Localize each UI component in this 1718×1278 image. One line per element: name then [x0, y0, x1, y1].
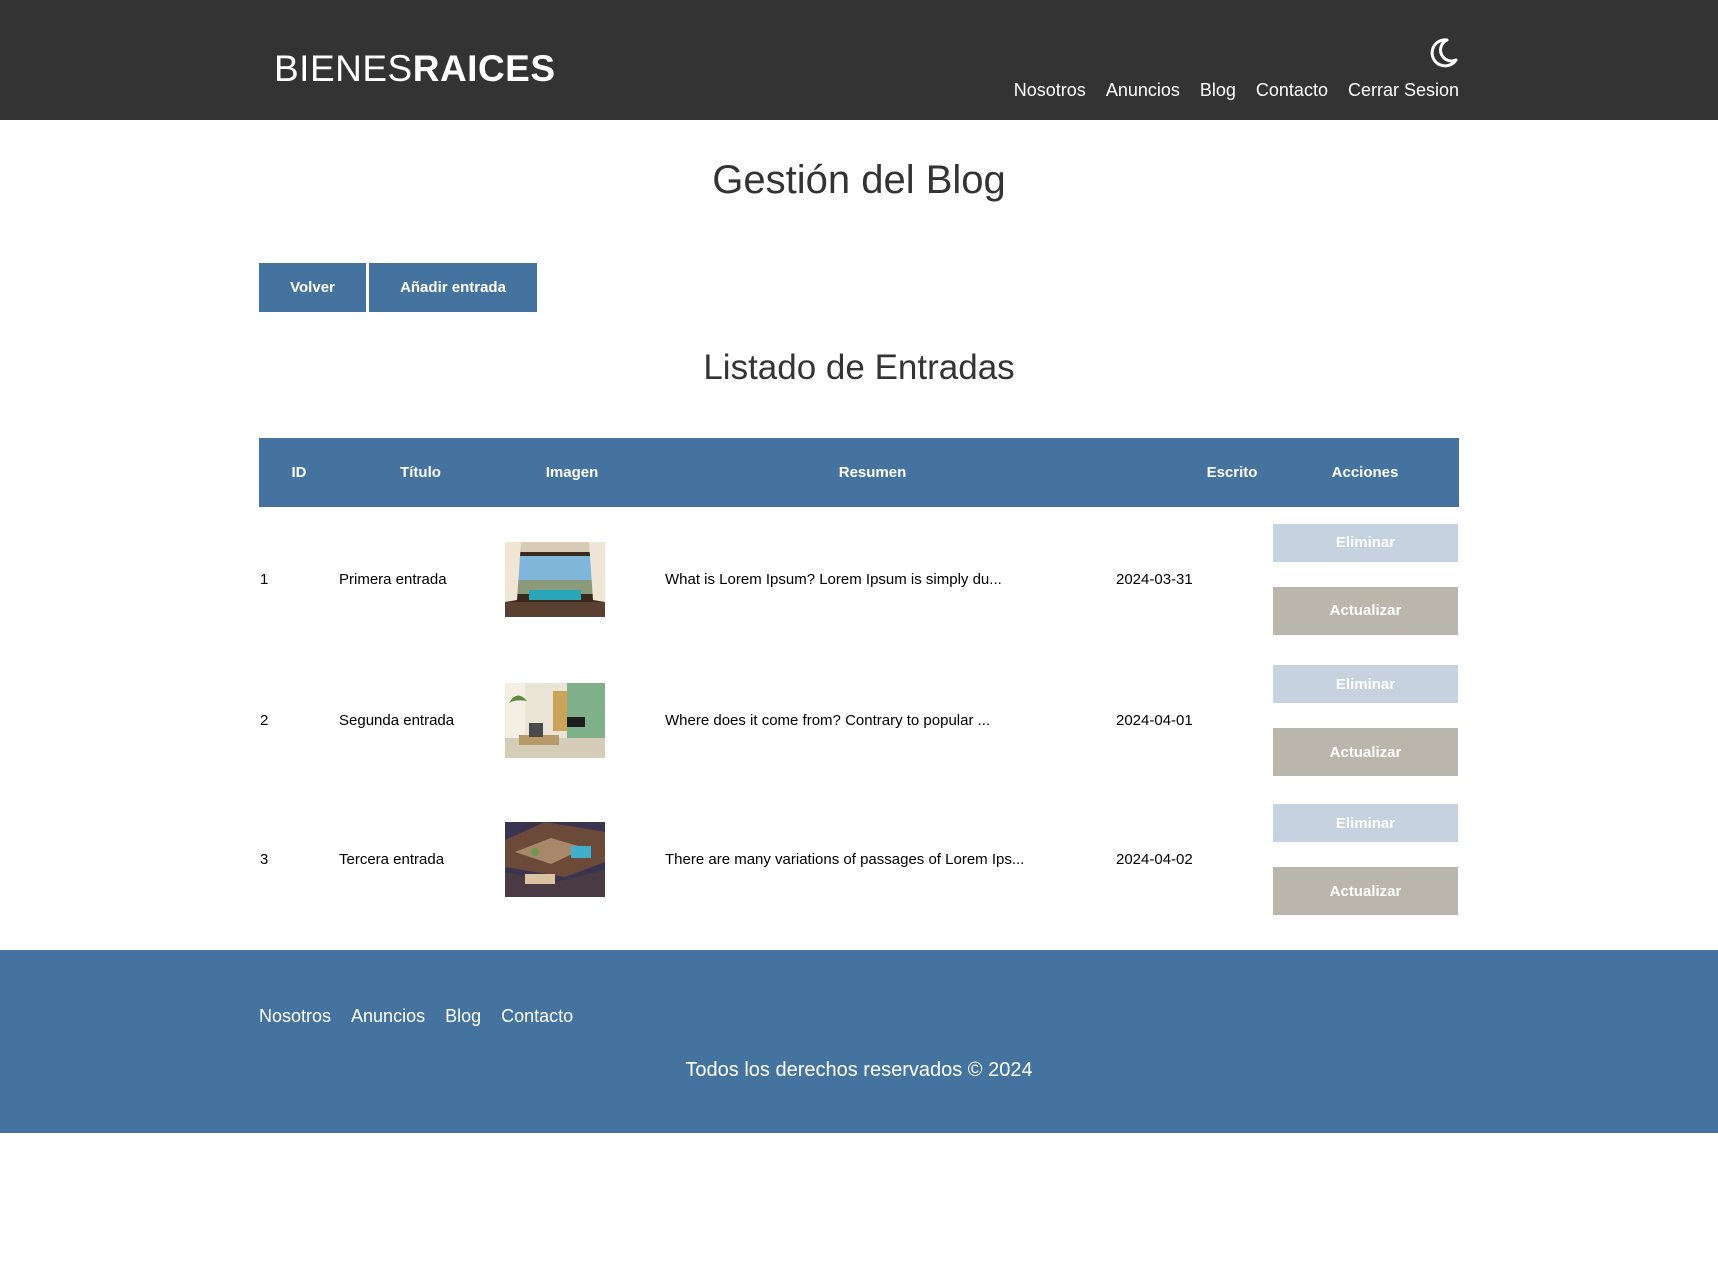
nav-link-cerrar-sesion[interactable]: Cerrar Sesion	[1348, 78, 1459, 102]
nav-link-blog[interactable]: Blog	[1200, 78, 1236, 102]
column-header-summary: Resumen	[838, 464, 907, 481]
nav-link-nosotros[interactable]: Nosotros	[1014, 78, 1086, 102]
back-button[interactable]: Volver	[259, 263, 366, 312]
entry-id: 1	[260, 570, 269, 588]
page-title: Gestión del Blog	[712, 158, 1006, 202]
entry-actions: Eliminar Actualizar	[1271, 523, 1459, 635]
footer-link-nosotros[interactable]: Nosotros	[259, 1004, 331, 1028]
main-nav: Nosotros Anuncios Blog Contacto Cerrar S…	[1014, 78, 1459, 102]
footer-nav: Nosotros Anuncios Blog Contacto	[259, 1004, 573, 1028]
list-title: Listado de Entradas	[703, 348, 1015, 387]
table-row: 3 Tercera entrada There are many variati…	[259, 790, 1459, 929]
nav-link-contacto[interactable]: Contacto	[1256, 78, 1328, 102]
logo-light-text: BIENES	[274, 48, 413, 89]
entry-summary: Where does it come from? Contrary to pop…	[665, 712, 991, 729]
update-button[interactable]: Actualizar	[1273, 728, 1458, 776]
column-header-image: Imagen	[545, 464, 599, 481]
nav-link-anuncios[interactable]: Anuncios	[1106, 78, 1180, 102]
footer-link-contacto[interactable]: Contacto	[501, 1004, 573, 1028]
table-row: 2 Segunda entrada Where does it come fro…	[259, 651, 1459, 790]
entry-actions: Eliminar Actualizar	[1271, 804, 1459, 915]
delete-button[interactable]: Eliminar	[1273, 523, 1458, 562]
column-header-actions: Acciones	[1331, 464, 1399, 481]
column-header-title: Título	[400, 464, 441, 481]
entry-date: 2024-04-02	[1116, 851, 1193, 868]
column-header-id: ID	[291, 464, 307, 481]
entry-date: 2024-03-31	[1116, 570, 1193, 588]
table-row: 1 Primera entrada What is Lorem Ipsum? L	[259, 507, 1459, 651]
entry-date: 2024-04-01	[1116, 712, 1193, 729]
table-header-row: ID Título Imagen Resumen Escrito Accione…	[259, 438, 1459, 507]
footer-link-blog[interactable]: Blog	[445, 1004, 481, 1028]
update-button[interactable]: Actualizar	[1273, 586, 1458, 635]
delete-button[interactable]: Eliminar	[1273, 804, 1458, 842]
footer-link-anuncios[interactable]: Anuncios	[351, 1004, 425, 1028]
add-entry-button[interactable]: Añadir entrada	[369, 263, 537, 312]
logo-bold-text: RAICES	[412, 48, 556, 89]
moon-icon[interactable]	[1426, 36, 1460, 70]
entry-title: Tercera entrada	[339, 851, 445, 868]
site-header: BIENESRAICES Nosotros Anuncios Blog Cont…	[0, 0, 1718, 120]
column-header-date: Escrito	[1206, 464, 1258, 481]
entry-actions: Eliminar Actualizar	[1271, 665, 1459, 776]
entries-table: ID Título Imagen Resumen Escrito Accione…	[259, 438, 1459, 929]
entry-id: 2	[260, 712, 269, 729]
entry-title: Segunda entrada	[339, 712, 455, 729]
entry-thumbnail	[505, 541, 605, 617]
entry-thumbnail	[505, 683, 605, 758]
entry-thumbnail	[505, 822, 605, 897]
entry-summary: What is Lorem Ipsum? Lorem Ipsum is simp…	[665, 570, 1002, 588]
site-logo[interactable]: BIENESRAICES	[274, 48, 556, 90]
entry-title: Primera entrada	[339, 570, 447, 588]
update-button[interactable]: Actualizar	[1273, 867, 1458, 915]
site-footer: Nosotros Anuncios Blog Contacto Todos lo…	[0, 950, 1718, 1133]
entry-summary: There are many variations of passages of…	[665, 851, 1025, 868]
delete-button[interactable]: Eliminar	[1273, 665, 1458, 703]
entry-id: 3	[260, 851, 269, 868]
copyright-text: Todos los derechos reservados © 2024	[685, 1059, 1033, 1081]
